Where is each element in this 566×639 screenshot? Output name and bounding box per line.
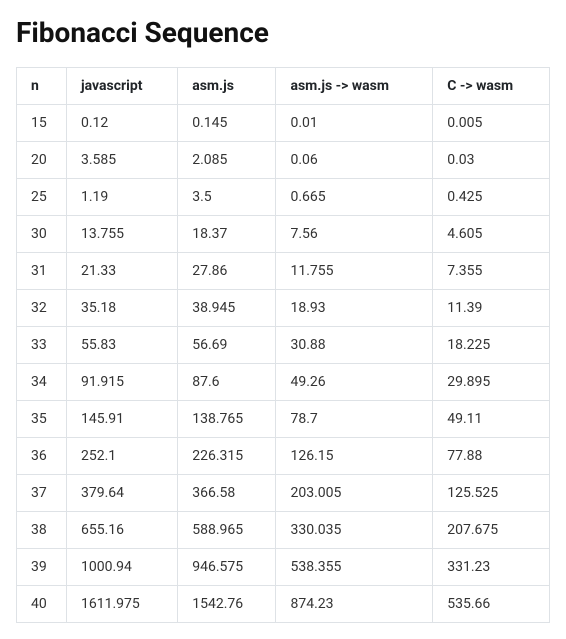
column-header: C -> wasm	[433, 68, 550, 105]
table-cell: 2.085	[178, 142, 276, 179]
table-cell: 49.26	[276, 364, 433, 401]
table-cell: 207.675	[433, 512, 550, 549]
table-cell: 38	[17, 512, 67, 549]
table-row: 3121.3327.8611.7557.355	[17, 253, 550, 290]
table-cell: 0.01	[276, 105, 433, 142]
table-cell: 21.33	[67, 253, 178, 290]
table-cell: 588.965	[178, 512, 276, 549]
table-cell: 11.755	[276, 253, 433, 290]
table-cell: 34	[17, 364, 67, 401]
table-cell: 11.39	[433, 290, 550, 327]
table-cell: 40	[17, 586, 67, 623]
table-cell: 145.91	[67, 401, 178, 438]
table-cell: 0.145	[178, 105, 276, 142]
table-row: 3355.8356.6930.8818.225	[17, 327, 550, 364]
table-cell: 36	[17, 438, 67, 475]
table-row: 35145.91138.76578.749.11	[17, 401, 550, 438]
table-cell: 1542.76	[178, 586, 276, 623]
table-cell: 226.315	[178, 438, 276, 475]
table-cell: 35	[17, 401, 67, 438]
table-cell: 331.23	[433, 549, 550, 586]
table-cell: 20	[17, 142, 67, 179]
table-cell: 0.005	[433, 105, 550, 142]
table-row: 3013.75518.377.564.605	[17, 216, 550, 253]
table-cell: 15	[17, 105, 67, 142]
column-header: asm.js	[178, 68, 276, 105]
table-cell: 874.23	[276, 586, 433, 623]
table-cell: 0.425	[433, 179, 550, 216]
table-cell: 3.5	[178, 179, 276, 216]
table-row: 150.120.1450.010.005	[17, 105, 550, 142]
table-cell: 538.355	[276, 549, 433, 586]
table-cell: 1.19	[67, 179, 178, 216]
table-cell: 30	[17, 216, 67, 253]
table-cell: 125.525	[433, 475, 550, 512]
table-cell: 30.88	[276, 327, 433, 364]
table-cell: 25	[17, 179, 67, 216]
table-cell: 87.6	[178, 364, 276, 401]
table-cell: 252.1	[67, 438, 178, 475]
column-header: asm.js -> wasm	[276, 68, 433, 105]
table-cell: 7.355	[433, 253, 550, 290]
table-header-row: njavascriptasm.jsasm.js -> wasmC -> wasm	[17, 68, 550, 105]
table-row: 37379.64366.58203.005125.525	[17, 475, 550, 512]
table-cell: 13.755	[67, 216, 178, 253]
table-cell: 7.56	[276, 216, 433, 253]
table-cell: 32	[17, 290, 67, 327]
column-header: n	[17, 68, 67, 105]
table-cell: 0.12	[67, 105, 178, 142]
table-cell: 27.86	[178, 253, 276, 290]
table-row: 3235.1838.94518.9311.39	[17, 290, 550, 327]
table-cell: 655.16	[67, 512, 178, 549]
table-cell: 91.915	[67, 364, 178, 401]
table-cell: 330.035	[276, 512, 433, 549]
table-cell: 126.15	[276, 438, 433, 475]
table-cell: 535.66	[433, 586, 550, 623]
table-row: 38655.16588.965330.035207.675	[17, 512, 550, 549]
table-row: 203.5852.0850.060.03	[17, 142, 550, 179]
table-row: 401611.9751542.76874.23535.66	[17, 586, 550, 623]
table-body: 150.120.1450.010.005203.5852.0850.060.03…	[17, 105, 550, 623]
table-cell: 3.585	[67, 142, 178, 179]
table-cell: 31	[17, 253, 67, 290]
page-title: Fibonacci Sequence	[16, 16, 550, 49]
table-row: 3491.91587.649.2629.895	[17, 364, 550, 401]
table-header: njavascriptasm.jsasm.js -> wasmC -> wasm	[17, 68, 550, 105]
table-cell: 33	[17, 327, 67, 364]
table-cell: 1000.94	[67, 549, 178, 586]
table-cell: 38.945	[178, 290, 276, 327]
table-cell: 0.665	[276, 179, 433, 216]
table-cell: 29.895	[433, 364, 550, 401]
table-cell: 946.575	[178, 549, 276, 586]
table-cell: 55.83	[67, 327, 178, 364]
table-cell: 18.37	[178, 216, 276, 253]
table-row: 391000.94946.575538.355331.23	[17, 549, 550, 586]
table-cell: 18.93	[276, 290, 433, 327]
table-cell: 39	[17, 549, 67, 586]
table-cell: 35.18	[67, 290, 178, 327]
table-cell: 4.605	[433, 216, 550, 253]
fibonacci-table: njavascriptasm.jsasm.js -> wasmC -> wasm…	[16, 67, 550, 623]
table-cell: 0.03	[433, 142, 550, 179]
table-cell: 0.06	[276, 142, 433, 179]
table-cell: 1611.975	[67, 586, 178, 623]
table-cell: 379.64	[67, 475, 178, 512]
table-cell: 18.225	[433, 327, 550, 364]
table-row: 251.193.50.6650.425	[17, 179, 550, 216]
table-row: 36252.1226.315126.1577.88	[17, 438, 550, 475]
table-cell: 56.69	[178, 327, 276, 364]
table-cell: 37	[17, 475, 67, 512]
table-cell: 203.005	[276, 475, 433, 512]
table-cell: 77.88	[433, 438, 550, 475]
table-cell: 138.765	[178, 401, 276, 438]
table-cell: 78.7	[276, 401, 433, 438]
column-header: javascript	[67, 68, 178, 105]
table-cell: 49.11	[433, 401, 550, 438]
table-cell: 366.58	[178, 475, 276, 512]
